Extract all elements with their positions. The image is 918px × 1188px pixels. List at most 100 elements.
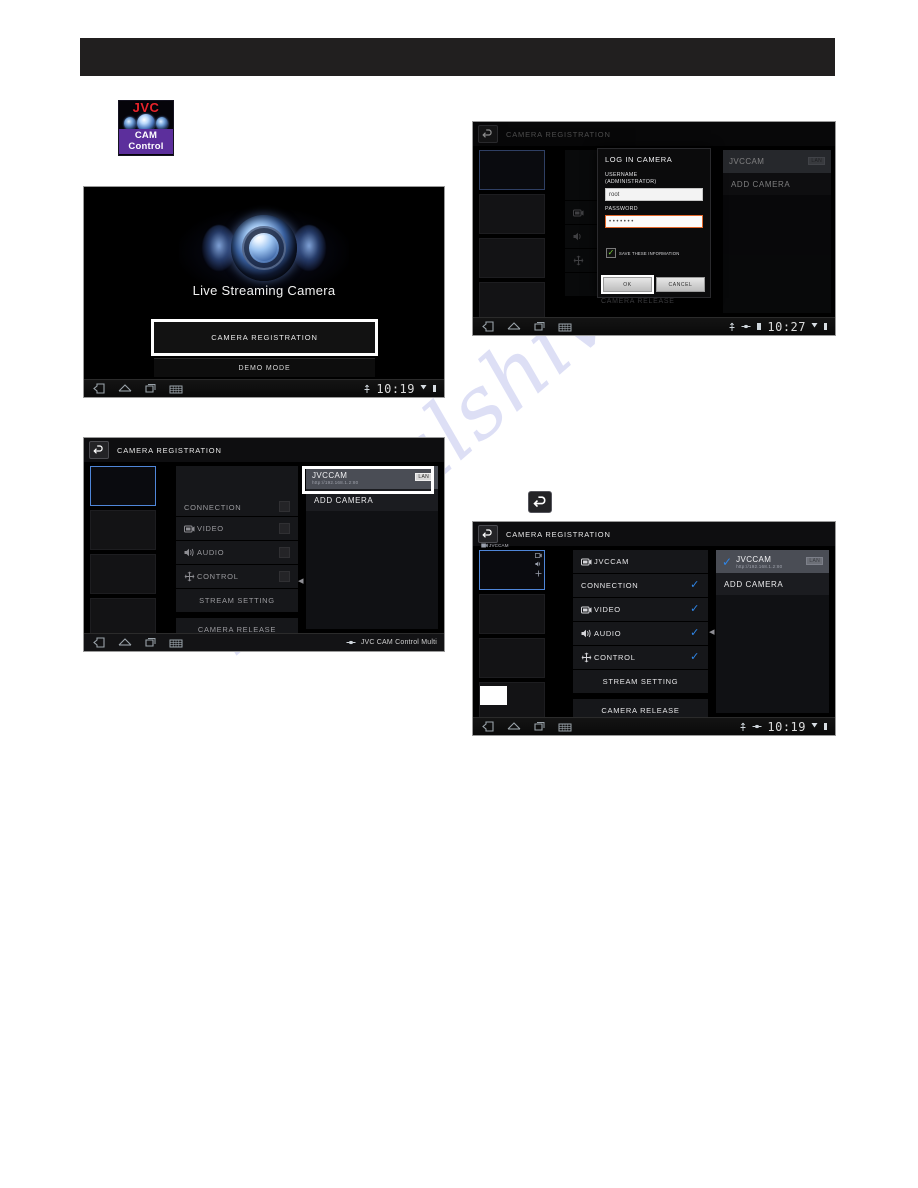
control-checkmark-icon[interactable]: ✓ [690, 652, 700, 663]
camera-lens-icon [231, 215, 297, 281]
navbar-right-group: JVC CAM Control Multi [346, 639, 444, 646]
menu-item-stream-setting[interactable]: STREAM SETTING [573, 670, 708, 694]
thumbnail-slot-2[interactable] [479, 194, 545, 234]
navbar-right-group: 10:19 [739, 720, 835, 734]
camera-list-item[interactable]: ✓ JVCCAM http://192.168.1.2:80 LAN [716, 550, 829, 573]
wifi-status-icon [420, 385, 427, 390]
video-icon [581, 558, 594, 566]
splash-logo [84, 209, 444, 295]
menu-item-camera-release-dimmed: CAMERA RELEASE [601, 298, 675, 305]
home-nav-icon[interactable] [507, 321, 521, 332]
recents-nav-icon[interactable] [533, 321, 546, 332]
app-icon-line3: CAM Control [119, 129, 173, 154]
highlight-box-callout [480, 686, 507, 705]
home-nav-icon[interactable] [118, 637, 132, 648]
username-value: root [609, 191, 620, 198]
navbar-left-group [84, 637, 183, 648]
home-nav-icon[interactable] [507, 721, 521, 732]
left-arrow-marker-icon: ◂ [298, 575, 304, 587]
settings-menu: CONNECTION VIDEO AUDIO CONTROL STREAM SE… [176, 466, 298, 642]
recents-nav-icon[interactable] [144, 383, 157, 394]
thumbnail-slot-3[interactable] [90, 554, 156, 594]
menu-item-label: CONNECTION [184, 503, 242, 512]
navbar-left-group [84, 383, 183, 394]
battery-status-icon [824, 323, 827, 330]
back-button-callout[interactable] [528, 491, 552, 513]
video-icon [535, 553, 542, 558]
menu-item-stream-setting[interactable]: STREAM SETTING [176, 589, 298, 613]
back-button[interactable] [478, 525, 498, 543]
menu-item-label: VIDEO [594, 605, 621, 614]
audio-icon [184, 548, 197, 557]
thumbnail-slot-4[interactable] [479, 282, 545, 322]
menu-item-video[interactable]: VIDEO [176, 517, 298, 541]
camera-list-item[interactable]: JVCCAM http://192.168.1.2:80 LAN [306, 466, 438, 489]
back-nav-icon[interactable] [93, 637, 106, 648]
camera-registration-button[interactable]: CAMERA REGISTRATION [151, 319, 378, 356]
menu-item-audio[interactable]: AUDIO ✓ [573, 622, 708, 646]
save-info-row[interactable]: ✓ SAVE THESE INFORMATION [605, 248, 703, 258]
menu-item-connection[interactable]: CONNECTION ✓ [573, 574, 708, 598]
save-info-checkbox[interactable]: ✓ [606, 248, 616, 258]
thumbnail-slot-2[interactable] [90, 510, 156, 550]
app-launcher-icon[interactable]: JVC MULTI CAM Control [118, 100, 174, 156]
menu-item-control[interactable]: CONTROL ✓ [573, 646, 708, 670]
control-checkbox[interactable] [279, 571, 290, 582]
thumbnail-overlay-icons [535, 553, 542, 577]
video-checkbox[interactable] [279, 523, 290, 534]
usb-status-icon [740, 722, 746, 731]
thumbnail-slot-3[interactable] [479, 638, 545, 678]
camera-list-dimmed: JVCCAM LAN ADD CAMERA [723, 150, 831, 313]
connection-checkbox[interactable] [279, 501, 290, 512]
connection-checkmark-icon[interactable]: ✓ [690, 580, 700, 591]
cancel-button[interactable]: CANCEL [656, 277, 705, 292]
ok-button[interactable]: OK [601, 275, 654, 294]
thumbnail-slot-3[interactable] [479, 238, 545, 278]
thumbnail-slot-1[interactable] [90, 466, 156, 506]
android-navbar: 10:19 [84, 379, 444, 397]
back-nav-icon[interactable] [482, 721, 495, 732]
thumbnail-slot-1[interactable] [479, 150, 545, 190]
menu-item-control[interactable]: CONTROL [176, 565, 298, 589]
thumbnail-slot-1[interactable]: JVCCAM [479, 543, 545, 590]
thumbnail-slot-4[interactable] [90, 598, 156, 638]
thumbnail-slot-2[interactable] [479, 594, 545, 634]
add-camera-button[interactable]: ADD CAMERA [716, 573, 829, 595]
keyboard-nav-icon[interactable] [558, 322, 572, 332]
status-clock: 10:19 [376, 381, 415, 396]
password-input[interactable]: ••••••• [605, 215, 703, 228]
back-nav-icon[interactable] [93, 383, 106, 394]
camera-name: JVCCAM [736, 554, 772, 564]
audio-checkbox[interactable] [279, 547, 290, 558]
add-camera-button: ADD CAMERA [723, 173, 831, 195]
audio-checkmark-icon[interactable]: ✓ [690, 628, 700, 639]
password-label: PASSWORD [605, 206, 638, 212]
menu-item-connection[interactable]: CONNECTION [176, 466, 298, 517]
usb-status-icon [364, 384, 370, 393]
dialog-title: LOG IN CAMERA [605, 155, 673, 164]
menu-item-video[interactable]: VIDEO ✓ [573, 598, 708, 622]
dialog-body: USERNAME (ADMINISTRATOR) root PASSWORD •… [598, 164, 710, 258]
menu-item-label: STREAM SETTING [602, 677, 679, 686]
keyboard-nav-icon[interactable] [558, 722, 572, 732]
home-nav-icon[interactable] [118, 383, 132, 394]
username-input[interactable]: root [605, 188, 703, 201]
audio-icon [581, 629, 594, 638]
back-button[interactable] [89, 441, 109, 459]
video-checkmark-icon[interactable]: ✓ [690, 604, 700, 615]
add-camera-button[interactable]: ADD CAMERA [306, 489, 438, 511]
keyboard-nav-icon[interactable] [169, 384, 183, 394]
page-title: CAMERA REGISTRATION [506, 129, 611, 139]
recents-nav-icon[interactable] [533, 721, 546, 732]
back-nav-icon[interactable] [482, 321, 495, 332]
navbar-right-group: 10:27 [728, 320, 835, 334]
camera-list: JVCCAM http://192.168.1.2:80 LAN ADD CAM… [306, 466, 438, 629]
demo-mode-button[interactable]: DEMO MODE [154, 358, 375, 377]
logo-wing-right-icon [292, 225, 326, 271]
navbar-left-group [473, 721, 572, 732]
keyboard-nav-icon[interactable] [169, 638, 183, 648]
menu-item-audio[interactable]: AUDIO [176, 541, 298, 565]
back-button[interactable] [478, 125, 498, 143]
app-name-status: JVC CAM Control Multi [360, 639, 437, 646]
recents-nav-icon[interactable] [144, 637, 157, 648]
